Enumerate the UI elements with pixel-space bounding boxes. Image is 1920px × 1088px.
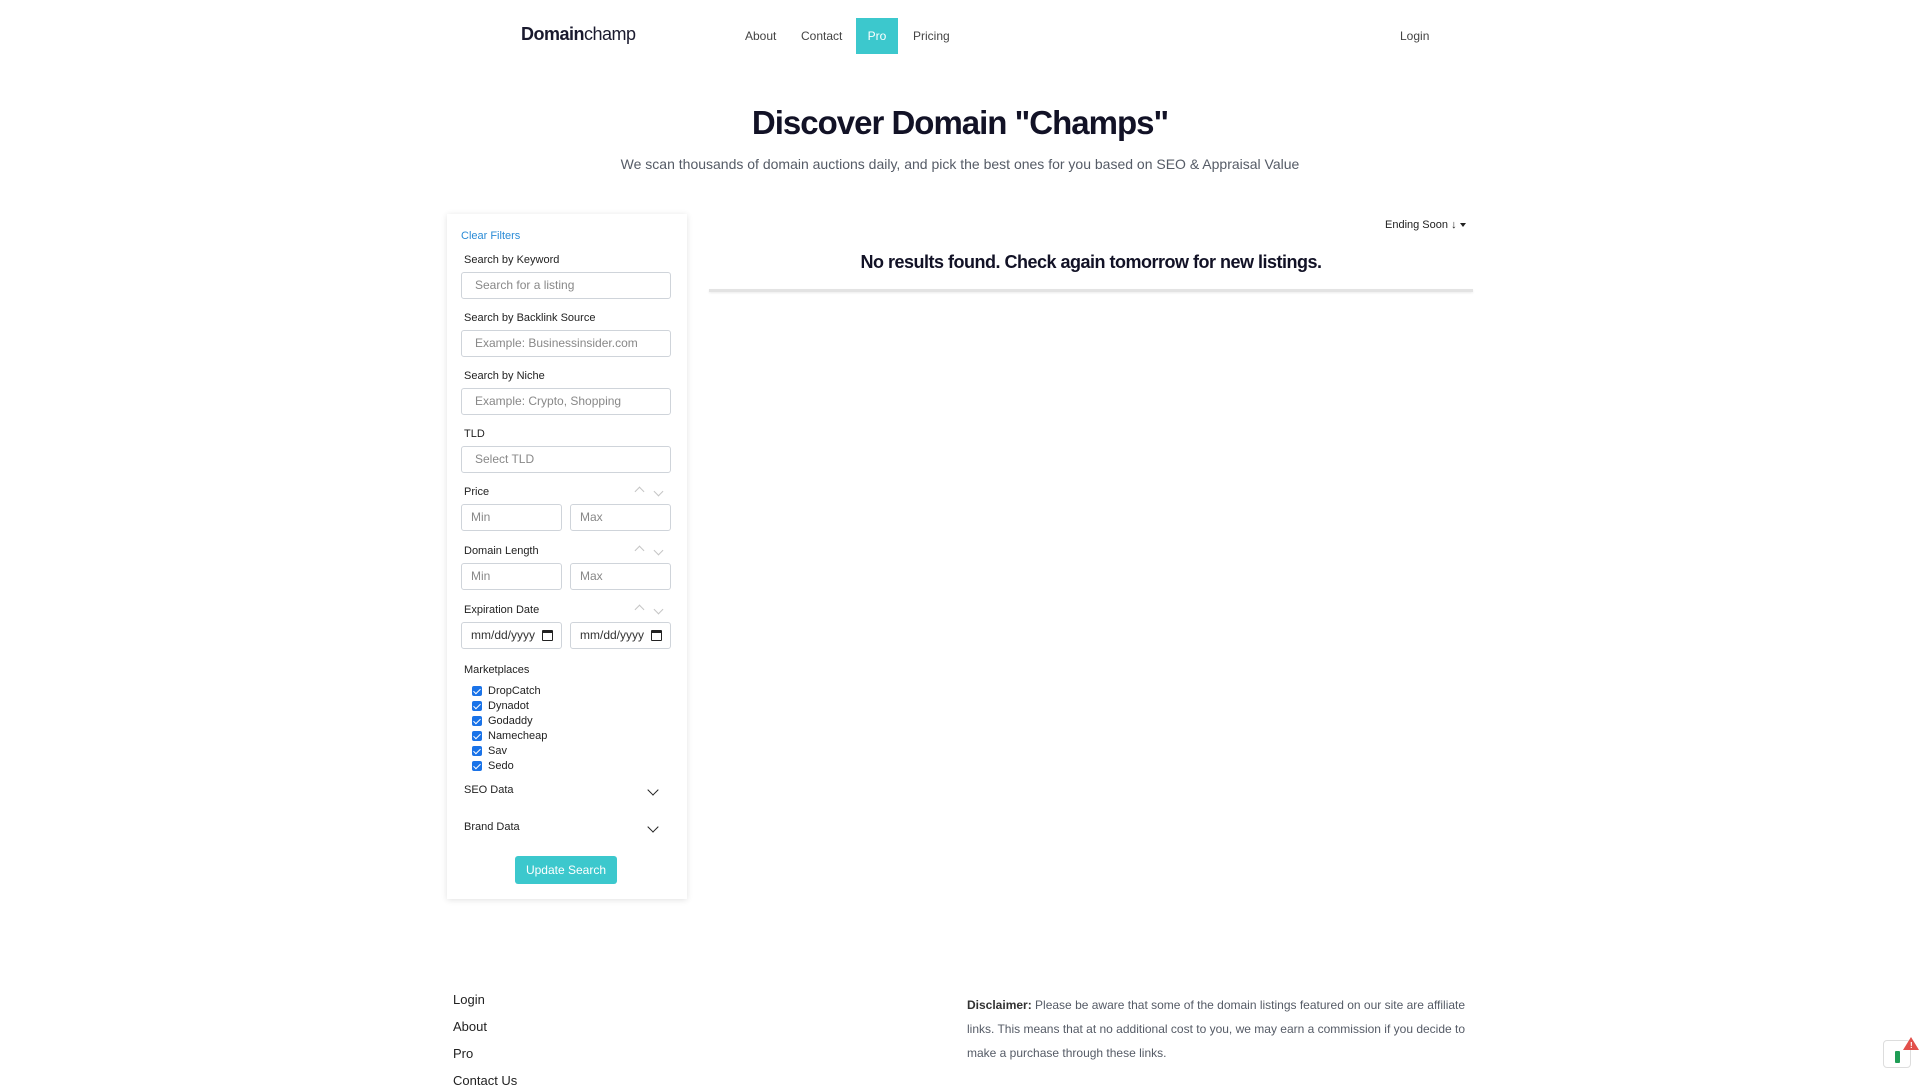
marketplace-checkbox-dropcatch[interactable]: DropCatch — [472, 683, 547, 698]
nav-pricing-link[interactable]: Pricing — [901, 18, 962, 54]
checkbox-checked-icon[interactable] — [472, 700, 482, 711]
page-title: Discover Domain "Champs" — [751, 104, 1169, 141]
domain-length-label: Domain Length — [464, 545, 539, 557]
niche-input[interactable]: Example: Crypto, Shopping — [461, 388, 671, 415]
price-min-input[interactable]: Min — [461, 504, 562, 531]
backlink-label: Search by Backlink Source — [464, 312, 596, 324]
price-max-input[interactable]: Max — [570, 504, 671, 531]
sort-dropdown[interactable]: Ending Soon ↓ — [1385, 219, 1466, 231]
expiration-start-date-input[interactable]: mm/dd/yyyy — [461, 622, 562, 649]
no-results-message: No results found. Check again tomorrow f… — [860, 252, 1322, 272]
tld-select[interactable]: Select TLD — [461, 446, 671, 473]
arrow-down-icon: ↓ — [1451, 219, 1457, 231]
keyword-label: Search by Keyword — [464, 254, 560, 266]
checkbox-checked-icon[interactable] — [472, 730, 482, 741]
expiration-date-label: Expiration Date — [464, 604, 540, 616]
keyword-search-input[interactable]: Search for a listing — [461, 272, 671, 299]
checkbox-checked-icon[interactable] — [472, 715, 482, 726]
length-sort-arrows[interactable] — [634, 545, 664, 557]
checkbox-checked-icon[interactable] — [472, 685, 482, 696]
nav-contact-link[interactable]: Contact — [789, 18, 854, 54]
marketplace-checkbox-dynadot[interactable]: Dynadot — [472, 698, 547, 713]
page-subtitle: We scan thousands of domain auctions dai… — [620, 156, 1300, 172]
chevron-down-icon[interactable] — [653, 545, 664, 556]
calendar-icon[interactable] — [651, 630, 662, 641]
disclaimer-text: Disclaimer: Please be aware that some of… — [967, 998, 1466, 1060]
brand-data-toggle[interactable]: Brand Data — [464, 821, 671, 833]
backlink-source-input[interactable]: Example: Businessinsider.com — [461, 330, 671, 357]
domainchamp-logo[interactable]: Domainchamp — [521, 24, 636, 45]
checkbox-checked-icon[interactable] — [472, 745, 482, 756]
chevron-up-icon[interactable] — [634, 486, 645, 497]
length-max-input[interactable]: Max — [570, 563, 671, 590]
seo-data-toggle[interactable]: SEO Data — [464, 784, 671, 796]
nav-login-link[interactable]: Login — [1388, 18, 1441, 54]
chevron-down-icon[interactable] — [653, 486, 664, 497]
caret-down-icon — [1459, 223, 1466, 228]
nav-pro-button[interactable]: Pro — [856, 18, 898, 54]
checkbox-checked-icon[interactable] — [472, 760, 482, 771]
nav-about-link[interactable]: About — [733, 18, 788, 54]
chevron-down-icon[interactable] — [653, 604, 664, 615]
top-navbar: Domainchamp About Contact Pro Pricing Lo… — [0, 0, 1920, 72]
length-min-input[interactable]: Min — [461, 563, 562, 590]
marketplaces-list: DropCatch Dynadot Godaddy Namecheap Sav … — [472, 683, 547, 773]
footer-contact-link[interactable]: Contact Us — [453, 1073, 517, 1088]
results-divider — [709, 289, 1473, 292]
marketplace-checkbox-godaddy[interactable]: Godaddy — [472, 713, 547, 728]
support-widget-button[interactable]: ! — [1883, 1037, 1919, 1068]
footer-pro-link[interactable]: Pro — [453, 1046, 473, 1061]
marketplaces-label: Marketplaces — [464, 664, 530, 676]
chevron-up-icon[interactable] — [634, 545, 645, 556]
footer-login-link[interactable]: Login — [453, 992, 485, 1007]
price-label: Price — [464, 486, 490, 498]
tld-label: TLD — [464, 428, 485, 440]
clear-filters-link[interactable]: Clear Filters — [461, 230, 520, 242]
chevron-up-icon[interactable] — [634, 604, 645, 615]
chevron-down-icon[interactable] — [647, 821, 659, 833]
footer-about-link[interactable]: About — [453, 1019, 487, 1034]
niche-label: Search by Niche — [464, 370, 545, 382]
calendar-icon[interactable] — [542, 630, 553, 641]
chevron-down-icon[interactable] — [647, 784, 659, 796]
marketplace-checkbox-sedo[interactable]: Sedo — [472, 758, 547, 773]
update-search-button[interactable]: Update Search — [515, 856, 617, 884]
widget-bar-icon — [1895, 1051, 1900, 1063]
expiration-end-date-input[interactable]: mm/dd/yyyy — [570, 622, 671, 649]
marketplace-checkbox-namecheap[interactable]: Namecheap — [472, 728, 547, 743]
filter-panel: Clear Filters Search by Keyword Search f… — [447, 214, 687, 899]
price-sort-arrows[interactable] — [634, 486, 664, 498]
expiration-sort-arrows[interactable] — [634, 604, 664, 616]
marketplace-checkbox-sav[interactable]: Sav — [472, 743, 547, 758]
